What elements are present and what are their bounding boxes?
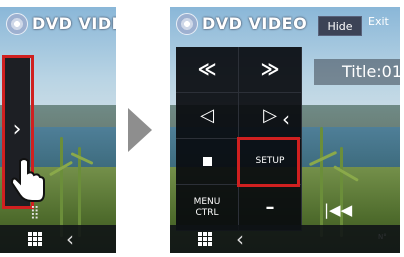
bottom-bar: ‹ xyxy=(0,225,116,253)
screen-before: DVD VIDEO › ⣿ ‹ xyxy=(0,7,116,253)
stop-icon xyxy=(202,157,212,166)
app-title: DVD VIDEO xyxy=(32,14,116,33)
screen-after: DVD VIDEO Hide Exit Title:01 ≪ ≫ ◁ ▷ SET… xyxy=(170,7,400,253)
video-plant xyxy=(340,147,343,237)
fast-forward-button[interactable]: ≫ xyxy=(239,47,302,93)
app-title: DVD VIDEO xyxy=(202,14,308,33)
disc-icon xyxy=(176,13,198,35)
title-bar: DVD VIDEO Hide Exit xyxy=(170,7,400,39)
video-plant xyxy=(320,127,323,237)
skip-back-icon[interactable]: |◀◀ xyxy=(324,201,352,219)
disc-icon xyxy=(6,13,28,35)
exit-button[interactable]: Exit xyxy=(368,15,389,28)
stop-button[interactable] xyxy=(176,139,239,185)
app-grid-icon[interactable] xyxy=(198,232,212,246)
previous-button[interactable]: ◁ xyxy=(176,93,239,139)
app-grid-icon[interactable] xyxy=(28,232,42,246)
rewind-button[interactable]: ≪ xyxy=(176,47,239,93)
video-plant xyxy=(60,137,63,237)
hide-button[interactable]: Hide xyxy=(318,16,362,36)
next-button[interactable]: ▷ xyxy=(239,93,302,139)
transition-arrow-icon xyxy=(128,108,152,152)
grid-dots-icon: ⣿ xyxy=(30,205,40,220)
back-icon[interactable]: ‹ xyxy=(236,227,244,251)
touch-hand-icon xyxy=(10,158,45,202)
bottom-bar: ‹ xyxy=(170,225,400,253)
video-plant xyxy=(78,147,81,237)
highlight-box xyxy=(237,137,300,187)
title-bar: DVD VIDEO xyxy=(0,7,116,39)
title-number-label: Title:01 xyxy=(314,59,400,85)
back-icon[interactable]: ‹ xyxy=(66,227,74,251)
chevron-left-icon[interactable]: ‹ xyxy=(282,107,290,131)
